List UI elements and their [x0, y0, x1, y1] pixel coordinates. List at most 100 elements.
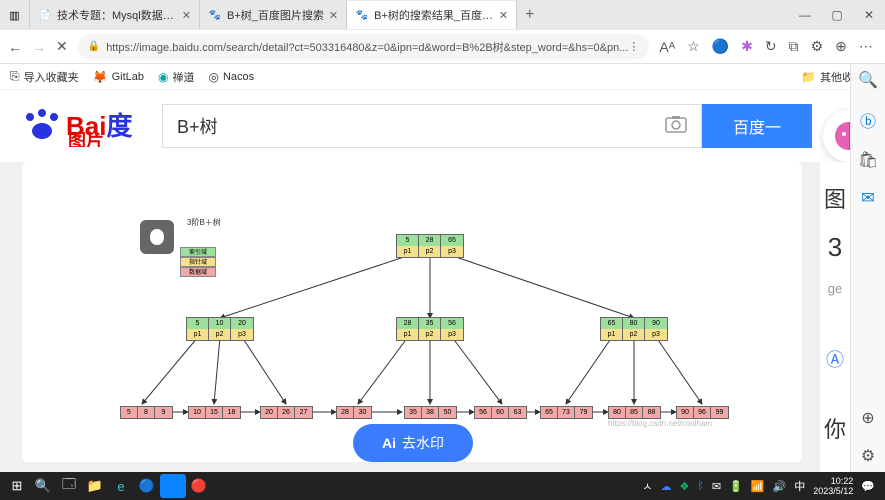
stop-button[interactable]: ✕: [56, 38, 68, 55]
ai-icon: Ai: [382, 435, 396, 451]
app-icon[interactable]: 🔴: [186, 474, 212, 498]
start-button[interactable]: ⊞: [4, 474, 30, 498]
tab-vertical-tabs[interactable]: ▥: [0, 1, 30, 29]
app-icon[interactable]: 🔵: [134, 474, 160, 498]
info-text: ge: [820, 281, 850, 296]
bookmark-nacos[interactable]: ◎Nacos: [208, 70, 254, 84]
lock-icon: 🔒: [88, 41, 100, 52]
close-icon[interactable]: ✕: [182, 9, 191, 22]
notifications-icon[interactable]: 💬: [861, 480, 875, 493]
browser-tab-1[interactable]: 🐾 B+树_百度图片搜索 ✕: [200, 1, 347, 29]
tree-leaf: 2830: [336, 406, 372, 419]
tree-root: 52865 p1p2p3: [396, 234, 464, 258]
tree-mid-1: 283556 p1p2p3: [396, 317, 464, 341]
url-text: https://image.baidu.com/search/detail?ct…: [106, 39, 628, 55]
battery-icon[interactable]: 🔋: [729, 480, 743, 493]
info-panel: 图 3 ge Ⓐ 你: [820, 162, 850, 472]
bookmark-zentao[interactable]: ◉禅道: [158, 69, 194, 85]
close-icon[interactable]: ✕: [499, 9, 508, 22]
remove-watermark-button[interactable]: Ai 去水印: [353, 424, 473, 462]
refresh-icon[interactable]: ↻: [765, 38, 777, 55]
menu-icon[interactable]: ⋯: [859, 38, 873, 55]
tree-leaf: 909699: [676, 406, 729, 419]
system-tray: ㅅ ☁ ❖ ᛒ ✉ 🔋 📶 🔊 中 10:222023/5/12 💬: [642, 476, 881, 496]
tray-icon[interactable]: ❖: [679, 480, 689, 493]
clock[interactable]: 10:222023/5/12: [813, 476, 853, 496]
tree-leaf: 202627: [260, 406, 313, 419]
search-taskbar[interactable]: 🔍: [30, 474, 56, 498]
new-tab-button[interactable]: +: [517, 6, 542, 24]
split-icon[interactable]: ⚙: [811, 38, 824, 55]
volume-icon[interactable]: 🔊: [773, 480, 787, 493]
sidebar-search-icon[interactable]: 🔍: [858, 70, 878, 90]
browser-tab-2[interactable]: 🐾 B+树的搜索结果_百度图片搜索 ✕: [347, 1, 517, 29]
maximize-button[interactable]: ▢: [821, 8, 853, 22]
search-value: B+树: [177, 113, 218, 139]
tree-leaf: 657379: [540, 406, 593, 419]
browser-tab-0[interactable]: 📄 技术专题：Mysql数据库（视图... ✕: [30, 1, 200, 29]
sidebar-settings-icon[interactable]: ⚙: [861, 446, 875, 466]
baidu-image-header: Bai度图片 B+树 百度一: [0, 90, 885, 162]
image-card[interactable]: 3阶B＋树 索引域 指针域 数据域 52865 p1p2p3 51020 p1p…: [22, 162, 802, 462]
svg-text:图片: 图片: [68, 130, 104, 147]
favorite-icon[interactable]: ☆: [687, 38, 700, 55]
tab-label: B+树_百度图片搜索: [227, 7, 324, 23]
forward-button[interactable]: →: [32, 39, 46, 55]
info-ai-icon[interactable]: Ⓐ: [820, 346, 850, 372]
tree-leaf: 808588: [608, 406, 661, 419]
back-button[interactable]: ←: [8, 39, 22, 55]
bluetooth-icon[interactable]: ᛒ: [697, 480, 704, 492]
read-aloud-icon[interactable]: Aᴬ: [659, 39, 675, 55]
sidebar-chat-icon[interactable]: ⓑ: [860, 108, 876, 132]
info-text2: 你: [820, 412, 850, 444]
diagram-legend: 索引域 指针域 数据域: [180, 247, 216, 277]
window-controls: — ▢ ✕: [789, 8, 885, 22]
app-icon[interactable]: [160, 474, 186, 498]
edge-sidebar: 🔍 ⓑ 🛍 ✉ ⊕ ⚙: [850, 64, 885, 472]
tree-mid-0: 51020 p1p2p3: [186, 317, 254, 341]
diagram-title: 3阶B＋树: [187, 217, 221, 228]
task-view[interactable]: 🗔: [56, 474, 82, 498]
explorer-icon[interactable]: 📁: [82, 474, 108, 498]
sidebar-shopping-icon[interactable]: 🛍: [858, 150, 878, 170]
tab-label: B+树的搜索结果_百度图片搜索: [374, 7, 494, 23]
info-count: 3: [820, 232, 850, 263]
ime-icon[interactable]: 中: [794, 478, 805, 494]
tree-leaf: 566063: [474, 406, 527, 419]
import-bookmarks[interactable]: ⎘导入收藏夹: [10, 69, 79, 85]
bookmarks-bar: ⎘导入收藏夹 🦊GitLab ◉禅道 ◎Nacos 📁其他收藏夹: [0, 64, 885, 90]
page-actions-icon[interactable]: ⋮: [628, 40, 639, 53]
close-icon[interactable]: ✕: [329, 9, 338, 22]
tree-leaf: 101518: [188, 406, 241, 419]
baidu-logo[interactable]: Bai度图片: [18, 105, 148, 147]
extension-icon[interactable]: 🔵: [712, 38, 729, 55]
close-window-button[interactable]: ✕: [853, 8, 885, 22]
tree-leaf: 589: [120, 406, 173, 419]
search-input[interactable]: B+树: [162, 104, 702, 148]
tray-icon[interactable]: ㅅ: [642, 478, 652, 494]
tab-label: 技术专题：Mysql数据库（视图...: [57, 7, 177, 23]
ai-badge: [140, 220, 174, 254]
sidebar-outlook-icon[interactable]: ✉: [861, 188, 874, 208]
wifi-icon[interactable]: 📶: [751, 480, 765, 493]
sidebar-add-icon[interactable]: ⊕: [861, 408, 874, 428]
add-icon[interactable]: ⊕: [835, 38, 847, 55]
pdf-icon: 📄: [38, 8, 52, 22]
tree-mid-2: 658090 p1p2p3: [600, 317, 668, 341]
collections-icon[interactable]: ⧉: [789, 38, 799, 55]
tray-icon[interactable]: ✉: [712, 480, 721, 493]
bookmark-gitlab[interactable]: 🦊GitLab: [93, 70, 144, 84]
url-field[interactable]: 🔒 https://image.baidu.com/search/detail?…: [78, 34, 650, 60]
address-bar: ← → ✕ 🔒 https://image.baidu.com/search/d…: [0, 30, 885, 64]
watermark-text: https://blog.csdn.net/coolham: [608, 419, 712, 428]
camera-icon[interactable]: [665, 115, 687, 138]
pill-label: 去水印: [402, 433, 444, 453]
baidu-icon: 🐾: [355, 8, 369, 22]
edge-icon[interactable]: e: [108, 474, 134, 498]
legend-data: 数据域: [180, 267, 216, 277]
minimize-button[interactable]: —: [789, 8, 821, 22]
baidu-icon: 🐾: [208, 8, 222, 22]
search-button[interactable]: 百度一: [702, 104, 812, 148]
puzzle-icon[interactable]: ✱: [741, 38, 753, 55]
tray-icon[interactable]: ☁: [660, 480, 671, 493]
